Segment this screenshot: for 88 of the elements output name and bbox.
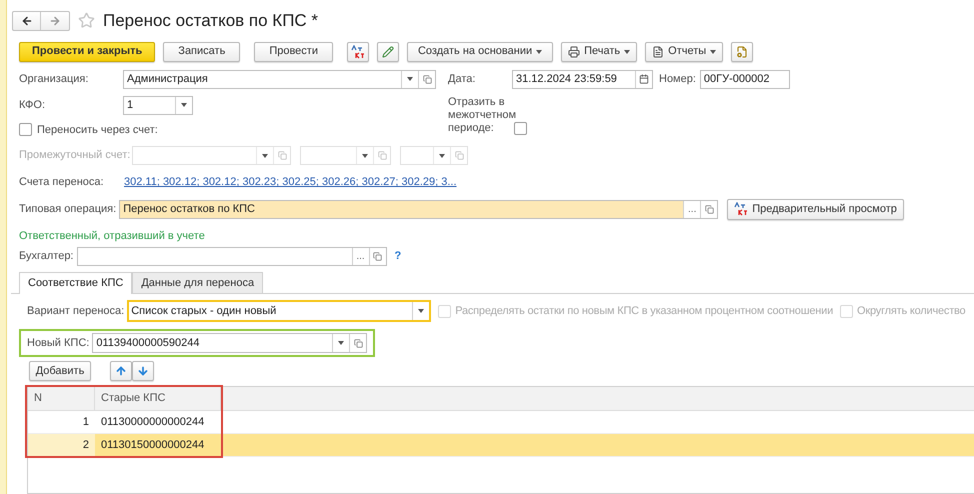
- arrow-down-icon: [137, 365, 149, 377]
- column-header[interactable]: Старые КПС: [95, 387, 221, 410]
- field-label: Переносить через счет:: [37, 122, 158, 138]
- dropdown-caret-icon: [418, 309, 424, 313]
- document-gear-icon: [736, 46, 748, 58]
- arrow-up-icon: [115, 365, 127, 377]
- table-cell-text: 01130000000000244: [100, 414, 206, 430]
- create-based-on-menu[interactable]: Создать на основании: [406, 42, 554, 62]
- open-button[interactable]: [700, 200, 718, 218]
- typical-operation-field[interactable]: Перенос остатков по КПС ...: [119, 200, 718, 218]
- field-label: Счета переноса:: [19, 175, 105, 190]
- dropdown-caret-icon: [710, 50, 716, 54]
- reports-menu[interactable]: Отчеты: [645, 42, 724, 62]
- field-label: КФО:: [19, 98, 46, 113]
- debit-credit-button[interactable]: [346, 42, 369, 62]
- dropdown-caret-icon: [262, 154, 268, 158]
- checkbox[interactable]: [514, 122, 527, 134]
- arrow-right-icon: [49, 14, 61, 27]
- dropdown-caret-icon: [439, 154, 446, 158]
- account-field[interactable]: [132, 146, 292, 165]
- document-icon: [652, 46, 664, 58]
- accounts-link[interactable]: 302.11; 302.12; 302.12; 302.23; 302.25; 302.26; 302.27; 302.29; 3...: [124, 174, 457, 190]
- preview-button[interactable]: Предварительный просмотр: [727, 198, 904, 220]
- table-cell: 2: [28, 434, 95, 456]
- table-cell-text: 1: [82, 414, 90, 430]
- calendar-icon: [639, 74, 649, 84]
- debit-credit-icon: [734, 202, 748, 216]
- arrow-left-icon: [20, 14, 32, 27]
- open-window-icon: [704, 204, 714, 214]
- tab[interactable]: Соответствие КПС: [19, 272, 132, 294]
- open-window-icon: [454, 151, 464, 160]
- dropdown-caret-icon: [536, 50, 542, 54]
- window-title: Перенос остатков по КПС *: [103, 10, 318, 32]
- move-down-button[interactable]: [132, 361, 154, 381]
- dropdown-caret-icon: [181, 103, 187, 107]
- checkbox[interactable]: [19, 123, 32, 136]
- dropdown-button[interactable]: [433, 147, 450, 164]
- select-button[interactable]: ...: [683, 200, 700, 218]
- open-window-icon: [278, 151, 287, 160]
- field-label: Распределять остатки по новым КПС в указанном процентном соотношении: [455, 304, 834, 319]
- help-link[interactable]: ?: [394, 248, 402, 265]
- field-label: Вариант переноса:: [27, 304, 124, 319]
- account-field[interactable]: [300, 146, 392, 165]
- document-settings-button[interactable]: [731, 42, 754, 62]
- pen-button[interactable]: [376, 42, 399, 62]
- field-label: Новый КПС:: [27, 336, 90, 351]
- accountant-field[interactable]: ...: [76, 247, 386, 266]
- field-label: Промежуточный счет:: [19, 148, 132, 164]
- column-header[interactable]: N: [28, 387, 95, 410]
- table-row[interactable]: 2 01130150000000244: [28, 434, 974, 457]
- favorite-star-icon[interactable]: [78, 12, 95, 30]
- open-window-icon: [373, 252, 382, 261]
- move-up-button[interactable]: [110, 361, 132, 381]
- field-label: Дата:: [448, 72, 476, 87]
- date-field[interactable]: 31.12.2024 23:59:59: [512, 70, 653, 88]
- dropdown-caret-icon: [624, 50, 630, 54]
- field-label: Отразить в межотчетном периоде:: [448, 96, 514, 134]
- dropdown-caret-icon: [338, 341, 344, 345]
- debit-credit-icon: [350, 44, 365, 58]
- pen-icon: [382, 46, 394, 58]
- kfo-field[interactable]: 1: [123, 96, 193, 114]
- post-and-close-button[interactable]: Провести и закрыть: [19, 42, 156, 62]
- organization-field[interactable]: Администрация: [123, 70, 436, 88]
- open-window-icon: [354, 338, 363, 348]
- field-label: Типовая операция:: [19, 202, 116, 217]
- add-button[interactable]: Добавить: [29, 361, 91, 381]
- dropdown-button[interactable]: [356, 147, 374, 164]
- printer-icon: [568, 46, 580, 58]
- field-label: Бухгалтер:: [19, 249, 74, 264]
- print-menu[interactable]: Печать: [561, 42, 638, 62]
- dropdown-caret-icon: [362, 154, 368, 158]
- toolbar-button[interactable]: Провести: [254, 42, 333, 62]
- new-kps-field[interactable]: 01139400000590244: [92, 333, 368, 353]
- dropdown-button[interactable]: [256, 147, 274, 164]
- field-label: Округлять количество: [857, 304, 966, 319]
- open-button[interactable]: [418, 70, 435, 88]
- tab[interactable]: Данные для переноса: [132, 272, 264, 293]
- number-field[interactable]: 00ГУ-000002: [700, 70, 790, 88]
- section-heading: Ответственный, отразивший в учете: [18, 228, 206, 244]
- toolbar-button[interactable]: Записать: [163, 42, 240, 62]
- field-label: Номер:: [659, 72, 696, 87]
- open-window-icon: [422, 74, 432, 84]
- dropdown-button[interactable]: [332, 334, 350, 352]
- dropdown-caret-icon: [407, 77, 413, 81]
- open-window-icon: [378, 151, 387, 160]
- account-field[interactable]: [400, 146, 468, 165]
- field-label: Организация:: [19, 72, 90, 87]
- table-cell-text: 01130150000000244: [100, 438, 206, 453]
